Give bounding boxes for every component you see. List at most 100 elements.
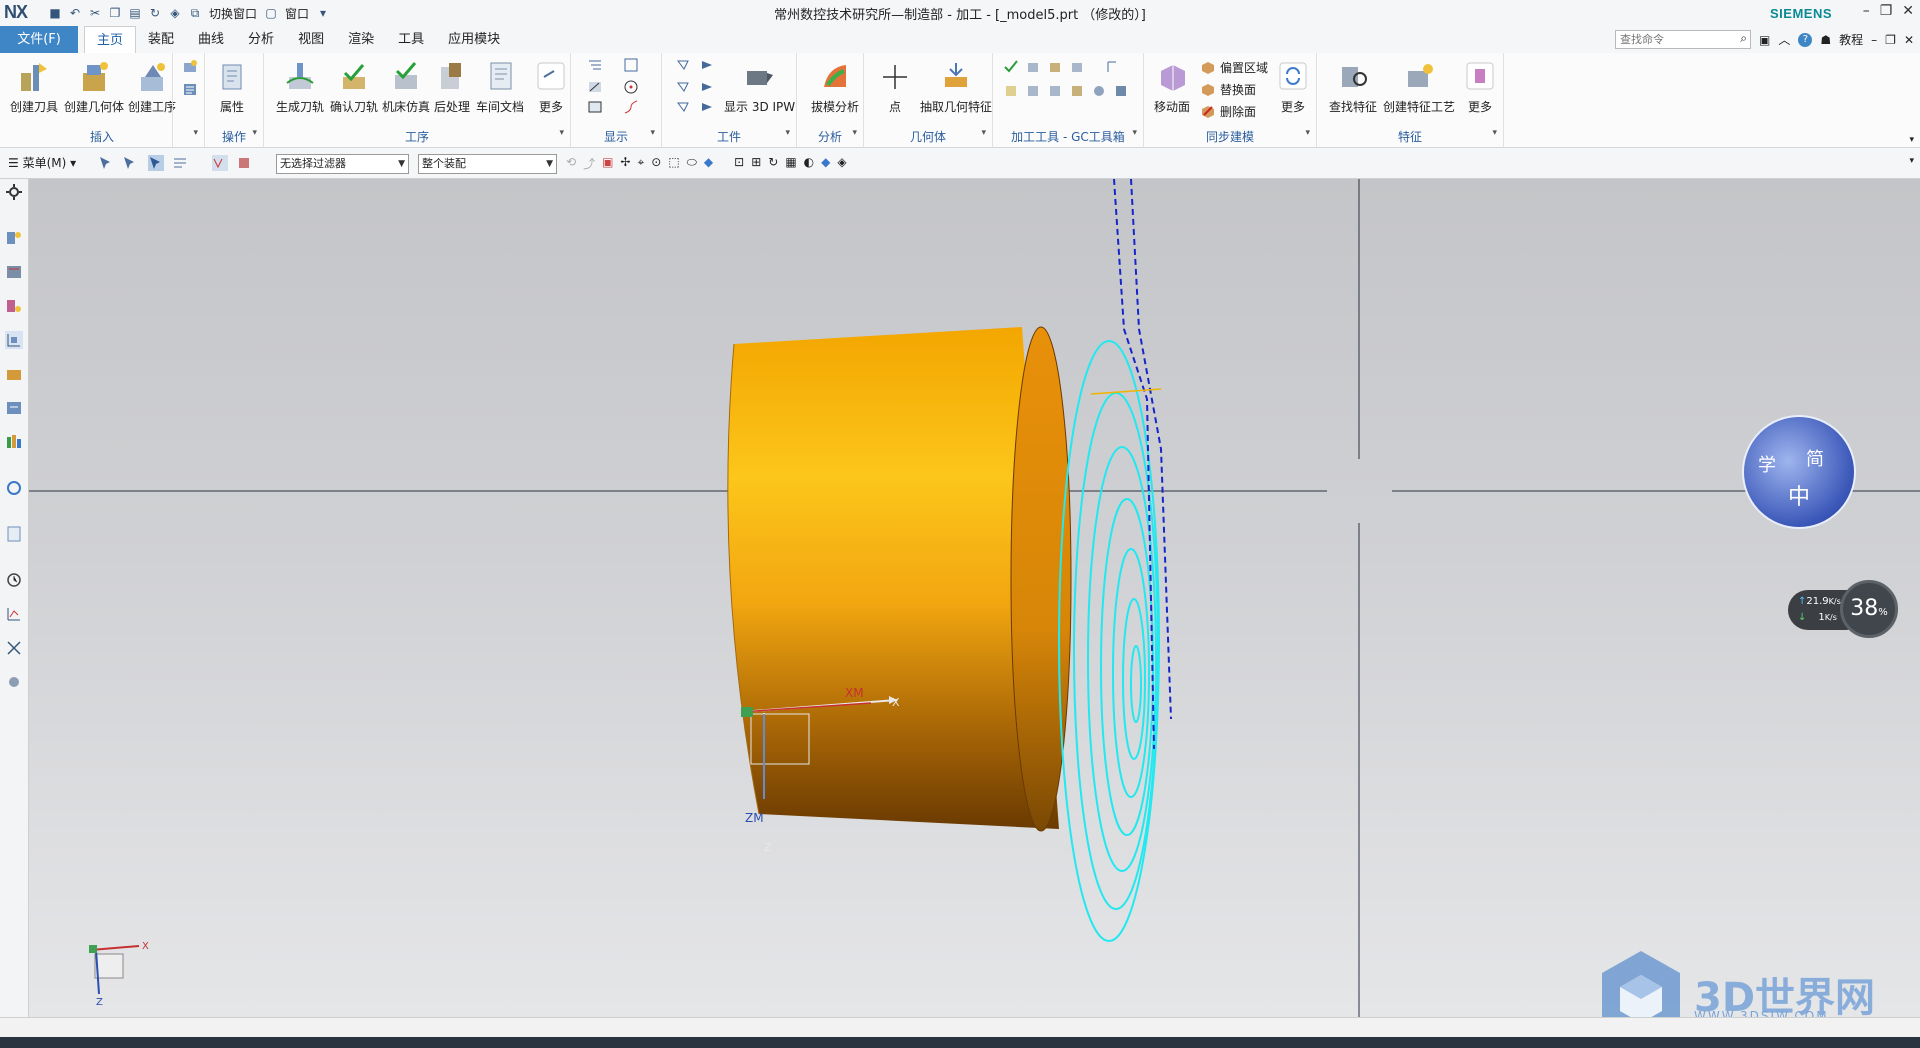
snap-b-icon[interactable]: ⤴ <box>583 155 595 172</box>
gc-tool-h-icon[interactable] <box>1047 83 1063 99</box>
point-button[interactable]: 点 <box>878 59 912 115</box>
select-d-icon[interactable] <box>172 155 188 171</box>
gc-tool-g-icon[interactable] <box>1025 83 1041 99</box>
ribbon-overflow-icon[interactable]: ▾ <box>1909 135 1914 145</box>
gc-tool-k-icon[interactable] <box>1113 83 1129 99</box>
display-hatch-icon[interactable] <box>587 79 603 95</box>
draft-analysis-button[interactable]: 拔模分析 <box>811 59 859 115</box>
snap-d-icon[interactable]: ✢ <box>620 155 630 172</box>
tab-home[interactable]: 主页 <box>84 26 137 53</box>
snap-g-icon[interactable]: ⬚ <box>668 155 679 172</box>
create-feature-process-button[interactable]: 创建特征工艺 <box>1383 59 1455 115</box>
tab-render[interactable]: 渲染 <box>336 26 386 53</box>
find-feature-button[interactable]: 查找特征 <box>1329 59 1377 115</box>
search-icon[interactable]: ⌕ <box>1740 31 1747 46</box>
gc-tool-b-icon[interactable] <box>1025 59 1041 75</box>
display-grid-icon[interactable] <box>587 99 603 115</box>
doc-restore-icon[interactable]: ❐ <box>1885 33 1896 47</box>
tab-applications[interactable]: 应用模块 <box>436 26 512 53</box>
close-icon[interactable]: ✕ <box>1902 3 1914 19</box>
more-feature-button[interactable]: 更多 <box>1463 59 1497 115</box>
create-method-icon[interactable] <box>182 59 198 75</box>
machine-simulation-button[interactable]: 机床仿真 <box>382 59 430 115</box>
replace-face-icon[interactable] <box>1200 81 1216 97</box>
file-menu-button[interactable]: 文件(F) <box>0 26 78 53</box>
snap-c-icon[interactable]: ▣ <box>602 155 613 172</box>
menu-button[interactable]: ☰ 菜单(M) ▾ <box>8 154 76 171</box>
reuse-library-icon[interactable] <box>5 365 23 383</box>
machine-tool-navigator-icon[interactable] <box>5 263 23 281</box>
tab-curve[interactable]: 曲线 <box>186 26 236 53</box>
part-navigator-icon[interactable] <box>5 331 23 349</box>
more-sync-button[interactable]: 更多 <box>1276 59 1310 115</box>
replace-face-button[interactable]: 替换面 <box>1220 81 1256 98</box>
help-icon[interactable]: ? <box>1798 32 1813 47</box>
delete-face-icon[interactable] <box>1200 103 1216 119</box>
roles-icon[interactable] <box>5 605 23 623</box>
cam-resource-icon[interactable] <box>5 639 23 657</box>
postprocess-button[interactable]: 后处理 <box>434 59 470 115</box>
workpiece-f-icon[interactable] <box>700 99 716 115</box>
snap-i-icon[interactable]: ◆ <box>704 155 713 172</box>
display-style-icon[interactable]: ◆ <box>821 155 830 172</box>
toolbar-overflow-icon[interactable]: ▾ <box>1909 156 1914 166</box>
render-style-icon[interactable]: ◐ <box>804 155 814 172</box>
tab-tools[interactable]: 工具 <box>386 26 436 53</box>
select-c-icon[interactable] <box>148 155 164 171</box>
doc-minimize-icon[interactable]: – <box>1871 33 1877 47</box>
assistant-icon[interactable] <box>5 673 23 691</box>
properties-button[interactable]: 属性 <box>215 59 249 115</box>
selection-filter-dropdown[interactable]: 无选择过滤器 ▼ <box>276 154 409 174</box>
tutorial-button[interactable]: 教程 <box>1839 31 1863 48</box>
history-icon[interactable] <box>5 571 23 589</box>
move-face-button[interactable]: 移动面 <box>1154 59 1190 115</box>
view-rotate-icon[interactable]: ↻ <box>768 155 778 172</box>
history-pallet-icon[interactable] <box>5 433 23 451</box>
snap-e-icon[interactable]: ⌖ <box>637 155 644 172</box>
display-circle-icon[interactable] <box>623 79 639 95</box>
gc-tool-d-icon[interactable] <box>1069 59 1085 75</box>
gc-tool-i-icon[interactable] <box>1069 83 1085 99</box>
minimize-icon[interactable]: – <box>1863 3 1870 19</box>
create-program-icon[interactable] <box>182 81 198 97</box>
delete-face-button[interactable]: 删除面 <box>1220 103 1256 120</box>
assembly-scope-dropdown[interactable]: 整个装配 ▼ <box>418 154 557 174</box>
extract-geometry-button[interactable]: 抽取几何特征 <box>920 59 992 115</box>
filter-a-icon[interactable] <box>212 155 228 171</box>
tutorial-icon[interactable]: ☗ <box>1820 33 1831 47</box>
network-monitor-widget[interactable]: ↑21.9K/s ↓ 1K/s 38% <box>1788 580 1898 638</box>
filter-b-icon[interactable] <box>236 155 252 171</box>
view-orient-icon[interactable]: ▦ <box>785 155 796 172</box>
display-toolpath-icon[interactable] <box>587 57 603 73</box>
doc-close-icon[interactable]: ✕ <box>1904 33 1914 47</box>
restore-icon[interactable]: ❐ <box>1880 3 1893 19</box>
generate-toolpath-button[interactable]: 生成刀轨 <box>276 59 324 115</box>
operation-navigator-icon[interactable] <box>5 229 23 247</box>
snap-f-icon[interactable]: ⊙ <box>651 155 661 172</box>
layer-icon[interactable]: ◈ <box>837 155 846 172</box>
verify-toolpath-button[interactable]: 确认刀轨 <box>330 59 378 115</box>
desktop-widget-avatar[interactable]: 学 简 中 <box>1742 415 1856 529</box>
snap-h-icon[interactable]: ⬭ <box>687 155 697 172</box>
more-procedure-button[interactable]: 更多 <box>534 59 568 115</box>
gc-tool-f-icon[interactable] <box>1003 83 1019 99</box>
feature-navigator-icon[interactable] <box>5 297 23 315</box>
tab-view[interactable]: 视图 <box>286 26 336 53</box>
view-fit-icon[interactable]: ⊡ <box>734 155 744 172</box>
workpiece-a-icon[interactable] <box>676 57 692 73</box>
select-a-icon[interactable] <box>98 155 114 171</box>
command-search-input[interactable] <box>1615 30 1752 49</box>
gc-tool-j-icon[interactable] <box>1091 83 1107 99</box>
workpiece-b-icon[interactable] <box>700 57 716 73</box>
tab-analysis[interactable]: 分析 <box>236 26 286 53</box>
offset-region-button[interactable]: 偏置区域 <box>1220 59 1268 76</box>
graphics-viewport[interactable]: XM X ZM Z X Z <box>29 179 1920 1017</box>
ribbon-toggle-icon[interactable]: ▣ <box>1759 33 1770 47</box>
gc-tool-c-icon[interactable] <box>1047 59 1063 75</box>
offset-region-icon[interactable] <box>1200 59 1216 75</box>
show-3d-ipw-button[interactable]: 显示 3D IPW <box>724 59 795 115</box>
snap-a-icon[interactable]: ⟲ <box>566 155 576 172</box>
select-b-icon[interactable] <box>122 155 138 171</box>
workpiece-c-icon[interactable] <box>676 79 692 95</box>
process-studio-icon[interactable] <box>5 525 23 543</box>
